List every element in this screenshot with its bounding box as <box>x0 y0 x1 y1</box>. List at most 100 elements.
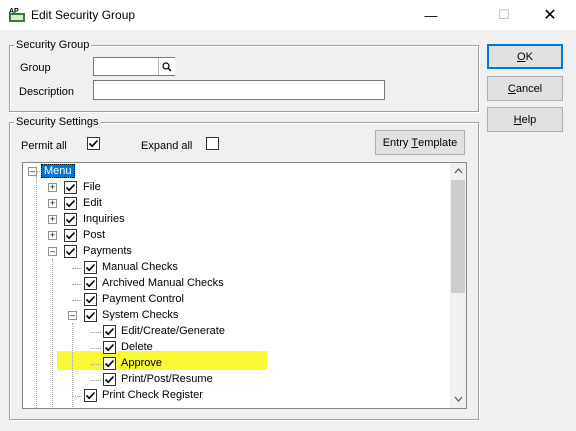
tree-item-label[interactable]: System Checks <box>102 309 178 321</box>
description-label: Description <box>19 86 75 98</box>
tree-line <box>36 176 38 408</box>
tree-item-checkbox[interactable] <box>64 245 77 258</box>
checkmark-icon <box>65 247 76 256</box>
tree-item-checkbox[interactable] <box>103 373 116 386</box>
tree-item-checkbox[interactable] <box>64 197 77 210</box>
checkmark-icon <box>104 375 115 384</box>
help-rest: elp <box>521 113 537 126</box>
app-icon: AP <box>8 7 26 23</box>
tree-line <box>91 348 101 350</box>
tree-item-checkbox[interactable] <box>84 277 97 290</box>
collapse-icon[interactable]: – <box>48 247 57 256</box>
checkmark-icon <box>85 295 96 304</box>
tree-item-label[interactable]: Manual Checks <box>102 261 178 273</box>
checkmark-icon <box>65 183 76 192</box>
tree-item-checkbox[interactable] <box>103 325 116 338</box>
close-icon: ✕ <box>543 7 557 24</box>
checkmark-icon <box>88 139 99 148</box>
tree-line <box>91 364 101 366</box>
tree-item-checkbox[interactable] <box>84 389 97 402</box>
window-title: Edit Security Group <box>31 8 136 22</box>
scroll-thumb[interactable] <box>451 180 465 293</box>
expand-icon[interactable]: + <box>48 231 57 240</box>
checkmark-icon <box>85 279 96 288</box>
scroll-down-icon[interactable] <box>452 394 464 404</box>
security-group-legend: Security Group <box>14 39 92 51</box>
collapse-icon[interactable]: – <box>68 311 77 320</box>
tree-item-label[interactable]: Delete <box>121 341 153 353</box>
security-group-box <box>9 45 479 112</box>
minimize-icon: — <box>424 7 438 23</box>
tree-item-label[interactable]: Post <box>83 229 105 241</box>
tree-line <box>91 380 101 382</box>
tree-item-checkbox[interactable] <box>64 229 77 242</box>
tree-item-label[interactable]: Edit <box>83 197 102 209</box>
tree-item-checkbox[interactable] <box>64 181 77 194</box>
ok-button[interactable]: OK <box>487 44 563 69</box>
tree-item-checkbox[interactable] <box>103 341 116 354</box>
tree-item-label[interactable]: Payments <box>83 245 132 257</box>
tree-item-label[interactable]: Payment Control <box>102 293 184 305</box>
checkmark-icon <box>65 199 76 208</box>
menu-tree[interactable]: – Menu + File + Edit + Inquiries + Post – Payment… <box>22 162 467 409</box>
tree-item-label[interactable]: Print/Post/Resume <box>121 373 213 385</box>
entry-template-prefix: Entry <box>382 136 412 149</box>
tree-line <box>52 259 54 408</box>
ok-rest: K <box>525 50 533 63</box>
scroll-up-icon[interactable] <box>452 166 464 176</box>
checkmark-icon <box>104 359 115 368</box>
entry-template-button[interactable]: Entry Template <box>375 130 465 155</box>
ok-underline: O <box>517 50 526 63</box>
tree-item-label[interactable]: Print Check Register <box>102 389 203 401</box>
expand-icon[interactable]: + <box>48 215 57 224</box>
group-lookup-button[interactable] <box>158 58 175 75</box>
security-settings-legend: Security Settings <box>14 116 101 128</box>
tree-line <box>72 300 82 302</box>
checkmark-icon <box>65 215 76 224</box>
tree-item-checkbox[interactable] <box>84 309 97 322</box>
help-button[interactable]: Help <box>487 107 563 132</box>
search-icon <box>162 61 172 72</box>
description-input[interactable] <box>93 80 385 100</box>
expand-icon[interactable]: + <box>48 199 57 208</box>
tree-item-checkbox[interactable] <box>84 293 97 306</box>
checkmark-icon <box>85 311 96 320</box>
tree-item-label[interactable]: Inquiries <box>83 213 125 225</box>
checkmark-icon <box>104 327 115 336</box>
tree-item-label[interactable]: Archived Manual Checks <box>102 277 224 289</box>
entry-template-rest: emplate <box>418 136 458 149</box>
checkmark-icon <box>65 231 76 240</box>
expand-icon[interactable]: + <box>48 183 57 192</box>
tree-item-label[interactable]: Edit/Create/Generate <box>121 325 225 337</box>
maximize-icon: ☐ <box>498 7 510 22</box>
minimize-button[interactable]: — <box>408 0 454 30</box>
group-label: Group <box>20 62 51 74</box>
tree-root-menu[interactable]: Menu <box>41 164 75 178</box>
tree-item-checkbox[interactable] <box>84 261 97 274</box>
cancel-underline: C <box>507 82 516 95</box>
tree-line <box>91 332 101 334</box>
tree-item-checkbox[interactable] <box>64 213 77 226</box>
tree-item-label[interactable]: Approve <box>121 357 162 369</box>
tree-line <box>72 396 82 398</box>
checkmark-icon <box>104 343 115 352</box>
help-underline: H <box>513 113 522 126</box>
approve-highlight <box>57 351 267 370</box>
checkmark-icon <box>85 263 96 272</box>
tree-line <box>72 284 82 286</box>
cancel-button[interactable]: Cancel <box>487 76 563 101</box>
svg-text:AP: AP <box>9 8 19 15</box>
entry-template-underline: T <box>411 136 419 149</box>
expand-all-checkbox[interactable] <box>206 137 219 150</box>
tree-line <box>72 268 82 270</box>
permit-all-checkbox[interactable] <box>87 137 100 150</box>
collapse-icon[interactable]: – <box>28 167 37 176</box>
tree-item-label[interactable]: File <box>83 181 101 193</box>
checkmark-icon <box>85 391 96 400</box>
cancel-rest: ancel <box>515 82 543 95</box>
tree-item-checkbox[interactable] <box>103 357 116 370</box>
expand-all-label: Expand all <box>141 140 193 152</box>
permit-all-label: Permit all <box>21 140 67 152</box>
close-button[interactable]: ✕ <box>527 0 573 30</box>
maximize-button: ☐ <box>481 0 527 30</box>
